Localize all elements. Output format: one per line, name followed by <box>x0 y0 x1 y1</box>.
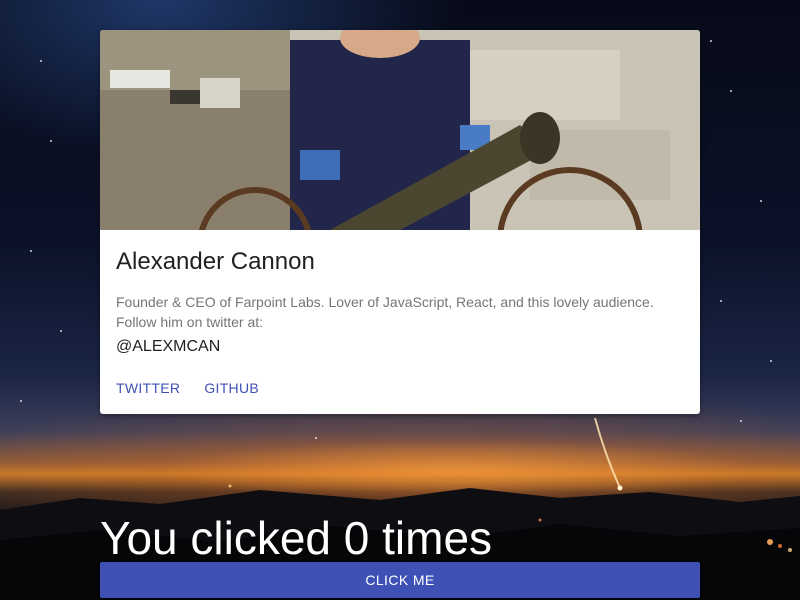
profile-name: Alexander Cannon <box>116 248 315 275</box>
profile-photo <box>100 30 700 230</box>
profile-photo-image <box>100 30 700 230</box>
profile-card: Alexander Cannon Founder & CEO of Farpoi… <box>100 30 700 414</box>
click-counter-text: You clicked 0 times <box>100 512 493 564</box>
card-actions: TWITTER GITHUB <box>108 372 275 404</box>
profile-description: Founder & CEO of Farpoint Labs. Lover of… <box>116 294 654 330</box>
twitter-link[interactable]: TWITTER <box>108 372 188 404</box>
twitter-handle: @ALEXMCAN <box>116 338 221 355</box>
github-link[interactable]: GITHUB <box>196 372 267 404</box>
click-me-button[interactable]: CLICK ME <box>100 562 700 598</box>
